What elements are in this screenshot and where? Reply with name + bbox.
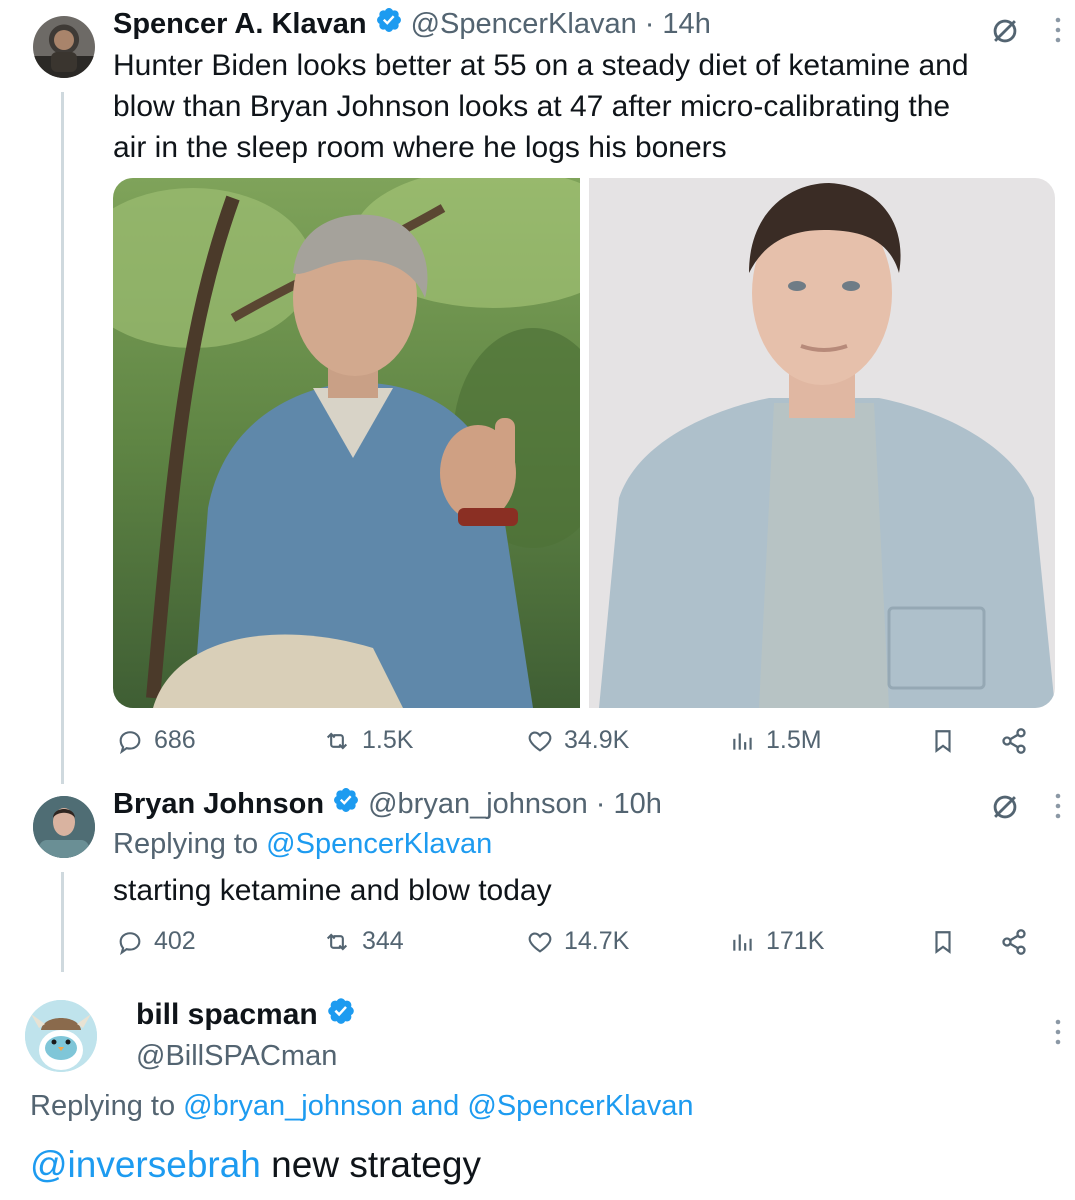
more-options-icon[interactable]: [1052, 1016, 1064, 1053]
timestamp[interactable]: · 10h: [596, 788, 662, 821]
tweet-action-bar: 686 1.5K 34.9K 1.5M: [116, 726, 1036, 755]
views-count: 171K: [766, 927, 825, 955]
handle[interactable]: @BillSPACman: [136, 1040, 356, 1073]
tweet-text-line: Hunter Biden looks better at 55 on a ste…: [113, 49, 969, 82]
share-icon: [1002, 928, 1026, 955]
reply-button[interactable]: 402: [116, 927, 322, 956]
views-button[interactable]: 1.5M: [730, 726, 930, 755]
reply-button[interactable]: 686: [116, 726, 322, 755]
tweet-text: Hunter Biden looks better at 55 on a ste…: [113, 45, 1058, 168]
views-button[interactable]: 171K: [730, 927, 930, 956]
views-count: 1.5M: [766, 726, 822, 754]
tweet-text-line: air in the sleep room where he logs his …: [113, 131, 727, 164]
grok-icon[interactable]: [988, 790, 1022, 829]
photo-studio-man: [588, 178, 1055, 708]
like-count: 14.7K: [564, 927, 630, 955]
handle[interactable]: @SpencerKlavan: [411, 8, 637, 41]
media-photo-left[interactable]: [113, 178, 580, 708]
verified-badge-icon: [375, 6, 403, 42]
replying-to-line: Replying to @bryan_johnson and @SpencerK…: [30, 1090, 694, 1123]
retweet-count: 344: [362, 927, 404, 955]
tweet-header: Spencer A. Klavan @SpencerKlavan · 14h: [113, 6, 711, 42]
handle[interactable]: @bryan_johnson: [368, 788, 588, 821]
photo-outdoor-man: [113, 178, 580, 708]
display-name[interactable]: Bryan Johnson: [113, 788, 324, 821]
views-icon: [733, 933, 752, 951]
avatar-image: [33, 30, 95, 78]
tweet-media-grid[interactable]: [113, 178, 1055, 708]
replying-to-mention[interactable]: @SpencerKlavan: [467, 1090, 693, 1122]
replying-to-label: Replying to: [30, 1090, 176, 1122]
reply-icon: [119, 931, 141, 955]
retweet-button[interactable]: 344: [322, 927, 526, 956]
tweet-text: starting ketamine and blow today: [113, 874, 552, 907]
more-options-icon[interactable]: [1052, 790, 1064, 827]
replying-to-and[interactable]: and: [411, 1090, 459, 1122]
avatar-bill[interactable]: [25, 1000, 97, 1072]
tweet-text-line: blow than Bryan Johnson looks at 47 afte…: [113, 90, 951, 123]
share-button[interactable]: [1000, 727, 1028, 755]
retweet-button[interactable]: 1.5K: [322, 726, 526, 755]
replying-to-label: Replying to: [113, 828, 259, 860]
bookmark-icon: [935, 930, 951, 954]
reply-icon: [119, 730, 141, 754]
tweet-text-body: new strategy: [260, 1144, 481, 1185]
replying-to-mention[interactable]: @SpencerKlavan: [266, 828, 492, 860]
avatar-image: [25, 1000, 97, 1072]
avatar-spencer[interactable]: [33, 16, 95, 78]
reply-count: 402: [154, 927, 196, 955]
tweet-action-bar: 402 344 14.7K 171K: [116, 927, 1036, 956]
retweet-icon: [326, 933, 348, 950]
display-name[interactable]: Spencer A. Klavan: [113, 8, 367, 41]
retweet-count: 1.5K: [362, 726, 414, 754]
tweet-text: @inversebrah new strategy: [30, 1144, 481, 1186]
avatar-image: [33, 796, 95, 858]
like-button[interactable]: 34.9K: [526, 726, 730, 755]
replying-to-line: Replying to @SpencerKlavan: [113, 828, 492, 861]
author-block: bill spacman @BillSPACman: [136, 996, 356, 1073]
like-count: 34.9K: [564, 726, 630, 754]
bookmark-icon: [935, 729, 951, 753]
reply-count: 686: [154, 726, 196, 754]
verified-badge-icon: [332, 786, 360, 822]
thread-connector-line: [61, 872, 64, 972]
tweet-header: Bryan Johnson @bryan_johnson · 10h: [113, 786, 662, 822]
thread-connector-line: [61, 92, 64, 784]
share-icon: [1002, 727, 1026, 754]
heart-icon: [528, 731, 552, 752]
avatar-bryan[interactable]: [33, 796, 95, 858]
replying-to-mention[interactable]: @bryan_johnson: [183, 1090, 403, 1122]
bookmark-button[interactable]: [930, 727, 1000, 755]
like-button[interactable]: 14.7K: [526, 927, 730, 956]
retweet-icon: [326, 732, 348, 749]
views-icon: [733, 732, 752, 750]
display-name[interactable]: bill spacman: [136, 998, 318, 1032]
media-photo-right[interactable]: [588, 178, 1056, 708]
mention-link[interactable]: @inversebrah: [30, 1144, 261, 1185]
share-button[interactable]: [1000, 928, 1028, 956]
bookmark-button[interactable]: [930, 928, 1000, 956]
timestamp[interactable]: · 14h: [645, 8, 711, 41]
verified-badge-icon: [326, 996, 356, 1034]
heart-icon: [528, 932, 552, 953]
